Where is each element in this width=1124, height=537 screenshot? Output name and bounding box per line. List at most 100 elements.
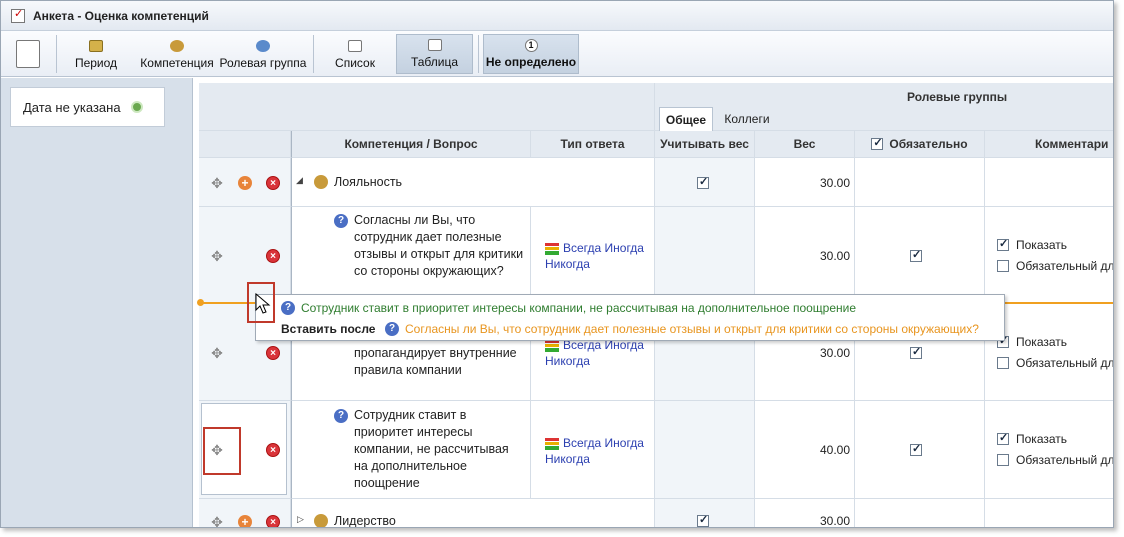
required-checkbox[interactable] [910,248,922,262]
answer-type-column-header[interactable]: Тип ответа [531,131,655,158]
required-cell [855,207,985,304]
header-spacer [199,83,655,131]
row-actions: ✥ + × [199,499,291,527]
question-column-header[interactable]: Компетенция / Вопрос [291,131,531,158]
required-all-checkbox[interactable] [871,136,884,150]
list-view-button[interactable]: Список [321,34,389,74]
delete-icon[interactable]: × [266,515,280,527]
show-comment-label: Показать [1016,432,1068,446]
use-weight-checkbox[interactable] [697,175,709,189]
competence-title: Лояльность [334,175,403,189]
competence-label: Компетенция [140,56,214,70]
show-comment-checkbox[interactable] [997,237,1009,251]
use-weight-checkbox[interactable] [697,513,709,527]
use-weight-cell [655,207,755,304]
show-comment-label: Показать [1016,335,1068,349]
tab-colleagues[interactable]: Коллеги [717,107,777,131]
required-comment-checkbox[interactable] [997,357,1009,369]
period-button[interactable]: Период [65,34,127,74]
comment-cell [985,158,1113,207]
actions-column-header [199,131,291,158]
tab-general-label: Общее [665,112,707,127]
use-weight-cell [655,158,755,207]
calendar-icon [89,40,103,52]
answer-type-cell[interactable]: Всегда Иногда Никогда [531,401,655,499]
show-comment-checkbox[interactable] [997,431,1009,445]
app-window: Анкета - Оценка компетенций Период Компе… [0,0,1114,528]
undefined-filter-button[interactable]: 1 Не определено [483,34,579,74]
competence-button[interactable]: Компетенция [137,34,217,74]
comment-column-header[interactable]: Комментари [985,131,1113,158]
delete-icon[interactable]: × [266,249,280,263]
scale-icon [545,340,559,352]
role-groups-header: Ролевые группы Общее Коллеги [655,83,1113,131]
required-cell [855,401,985,499]
required-checkbox[interactable] [910,442,922,456]
answer-type-cell[interactable]: Всегда Иногда Никогда [531,207,655,304]
required-comment-checkbox[interactable] [997,454,1009,466]
status-dot-icon [130,101,143,113]
add-icon[interactable]: + [238,515,252,527]
expand-arrow-icon[interactable]: ▷ [297,514,304,525]
required-comment-checkbox[interactable] [997,260,1009,272]
add-icon[interactable]: + [238,176,252,190]
comment-cell: Показать Обязательный дл [985,401,1113,499]
weight-cell: 30.00 [755,499,855,527]
use-weight-column-label: Учитывать вес [660,137,749,151]
role-group-button[interactable]: Ролевая группа [219,34,307,74]
left-pane: Дата не указана [1,78,193,527]
use-weight-column-header[interactable]: Учитывать вес [655,131,755,158]
required-checkbox[interactable] [910,345,922,359]
insert-after-label: Вставить после [281,322,376,336]
competence-row[interactable]: ▷ Лидерство [291,499,655,527]
question-text: пропагандирует внутренние правила компан… [354,346,517,377]
collapse-arrow-icon[interactable]: ◢ [296,175,303,186]
questionnaire-settings-button[interactable] [7,34,49,74]
required-cell [855,158,985,207]
tab-colleagues-label: Коллеги [724,112,770,126]
question-row[interactable]: ? Согласны ли Вы, что сотрудник дает пол… [291,207,531,304]
required-column-header[interactable]: Обязательно [855,131,985,158]
competence-icon [314,175,328,189]
move-icon[interactable]: ✥ [210,346,224,360]
question-text: Согласны ли Вы, что сотрудник дает полез… [354,213,524,278]
move-icon[interactable]: ✥ [210,249,224,263]
weight-value: 30.00 [819,176,850,190]
date-item[interactable]: Дата не указана [10,87,165,127]
competence-icon [314,514,328,527]
list-icon [348,40,362,52]
table-view-button[interactable]: Таблица [396,34,473,74]
move-icon[interactable]: ✥ [210,176,224,190]
question-icon: ? [334,409,348,423]
competence-row[interactable]: ◢ Лояльность [291,158,655,207]
scale-icon [545,438,559,450]
table-icon [427,39,442,51]
highlight-move-handle [203,427,241,475]
weight-column-header[interactable]: Вес [755,131,855,158]
use-weight-cell [655,499,755,527]
highlight-drag-cursor [247,282,275,323]
delete-icon[interactable]: × [266,443,280,457]
weight-cell: 30.00 [755,207,855,304]
weight-column-label: Вес [793,137,816,151]
answer-type-column-label: Тип ответа [560,137,625,151]
question-icon: ? [385,322,399,336]
scale-icon [545,243,559,255]
answer-type-link[interactable]: Всегда Иногда Никогда [545,241,644,271]
delete-icon[interactable]: × [266,176,280,190]
role-group-label: Ролевая группа [219,56,307,70]
answer-type-link[interactable]: Всегда Иногда Никогда [545,436,644,466]
weight-value: 30.00 [819,514,850,527]
period-label: Период [74,56,118,70]
answer-type-link[interactable]: Всегда Иногда Никогда [545,338,644,368]
comment-column-label: Комментари [1035,137,1109,151]
list-label: Список [335,56,375,70]
tab-general[interactable]: Общее [659,107,713,131]
delete-icon[interactable]: × [266,346,280,360]
question-row[interactable]: ? Сотрудник ставит в приоритет интересы … [291,401,531,499]
window-title: Анкета - Оценка компетенций [33,8,209,23]
move-icon[interactable]: ✥ [210,515,224,527]
row-actions: ✥ + × [199,158,291,207]
weight-value: 30.00 [819,249,850,263]
table-label: Таблица [410,55,459,69]
